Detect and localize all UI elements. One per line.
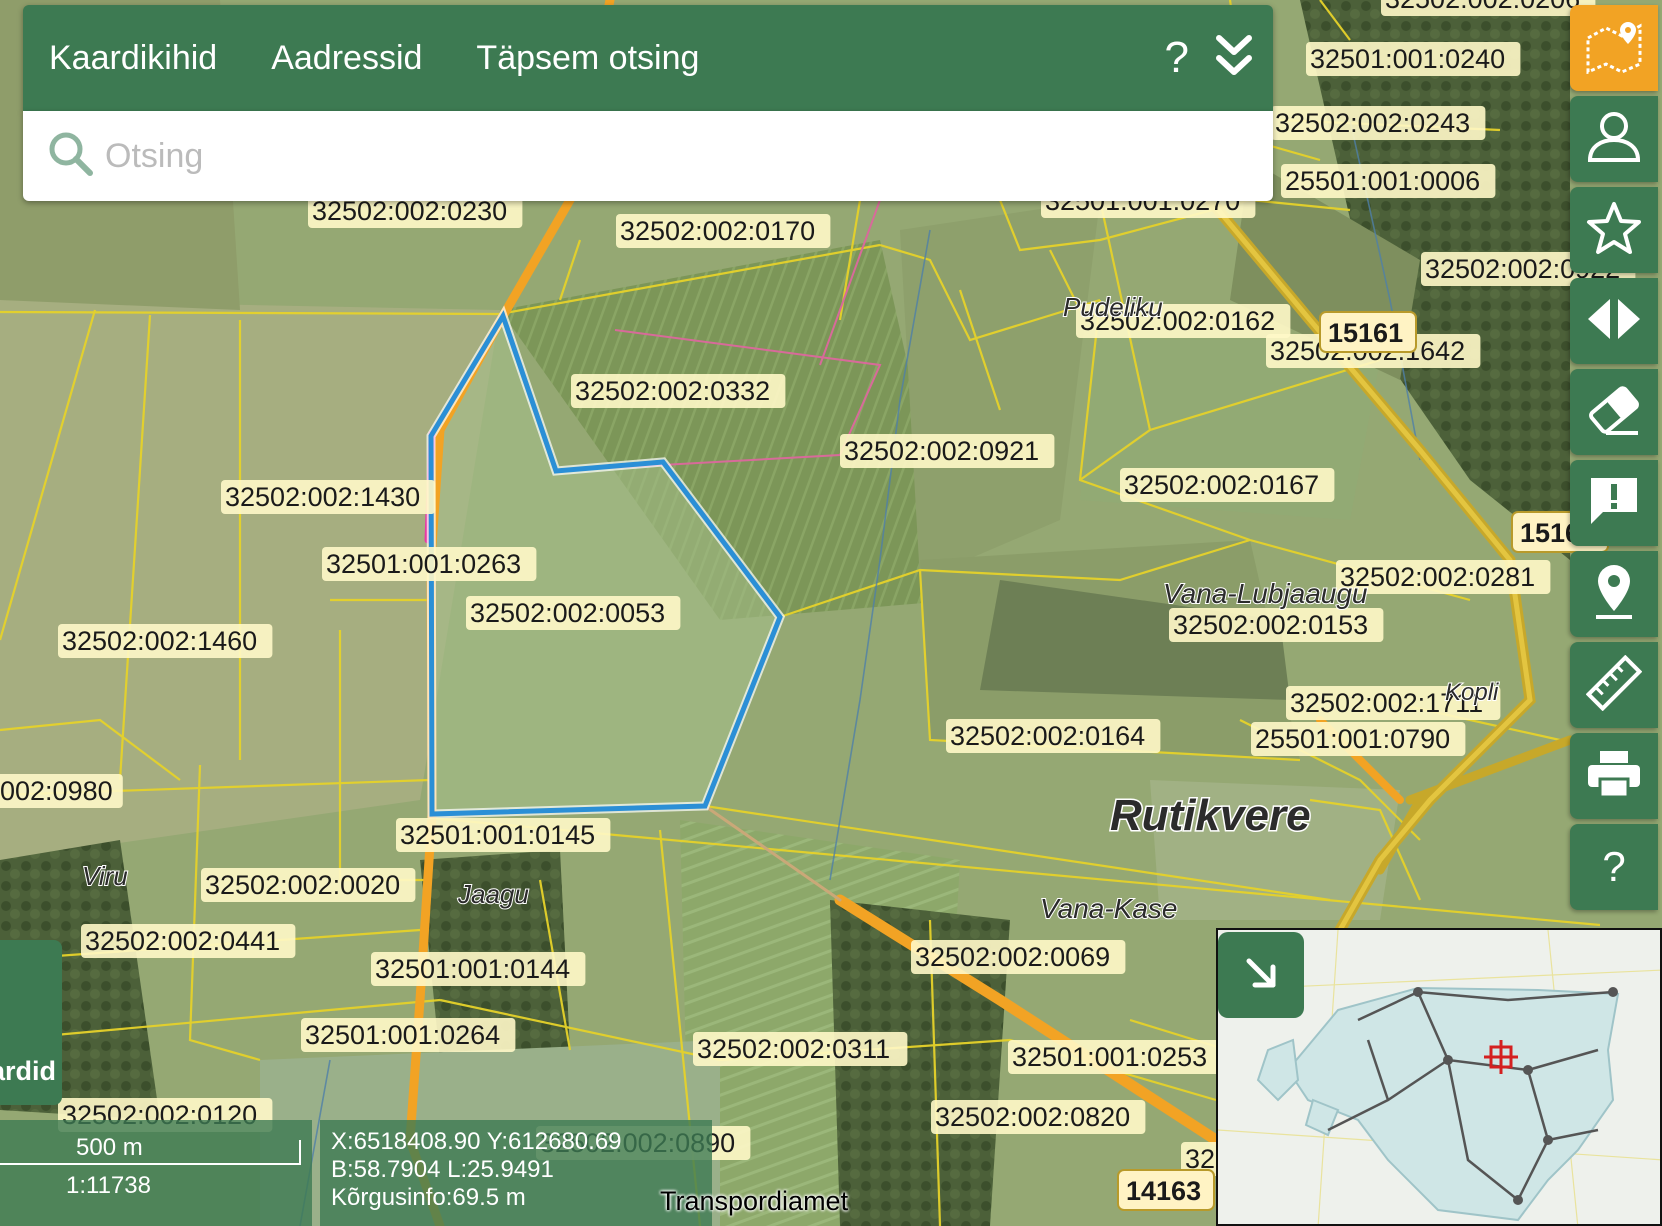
- place-name-label: Rutikvere: [1110, 791, 1311, 840]
- route-map-tool[interactable]: [1570, 5, 1658, 91]
- parcel-label[interactable]: 32502:002:0153: [1173, 610, 1368, 640]
- split-arrows-icon: [1586, 295, 1642, 348]
- star-icon: [1585, 200, 1643, 261]
- place-name-label: Viru: [82, 861, 128, 891]
- coordinates-bl: B:58.7904 L:25.9491: [331, 1156, 554, 1183]
- parcel-label[interactable]: 002:0980: [0, 776, 113, 806]
- scale-panel: [0, 1120, 312, 1226]
- exclamation-comment-icon: [1587, 474, 1641, 533]
- parcel-label[interactable]: 32502:002:0281: [1340, 562, 1535, 592]
- location-tool[interactable]: [1570, 551, 1658, 637]
- place-name-label: Vana-Lubjaaugu: [1163, 578, 1368, 609]
- parcel-label[interactable]: 32502:002:1460: [62, 626, 257, 656]
- ruler-icon: [1585, 654, 1643, 716]
- tab-advanced-search[interactable]: Täpsem otsing: [476, 39, 699, 78]
- user-tool[interactable]: [1570, 96, 1658, 182]
- parcel-label[interactable]: 32502:002:0164: [950, 721, 1145, 751]
- favorites-tool[interactable]: [1570, 187, 1658, 273]
- parcel-label[interactable]: 32501:001:0240: [1310, 44, 1505, 74]
- search-icon: [47, 130, 95, 183]
- parcel-label[interactable]: 32501:001:0144: [375, 954, 570, 984]
- scale-bar: [0, 1163, 300, 1165]
- road-number-label: 15161: [1328, 318, 1403, 348]
- parcel-label[interactable]: 32502:002:0069: [915, 942, 1110, 972]
- place-name-label: Jaagu: [457, 879, 529, 909]
- printer-icon: [1586, 749, 1642, 804]
- scale-bar-tick: [299, 1140, 301, 1165]
- parcel-label[interactable]: 32502:002:0243: [1275, 108, 1470, 138]
- road-number-label: 14163: [1126, 1176, 1201, 1206]
- parcel-label[interactable]: 32501:001:0253: [1012, 1042, 1207, 1072]
- parcel-label[interactable]: 32502:002:0020: [205, 870, 400, 900]
- search-input[interactable]: [103, 135, 1207, 177]
- parcel-label[interactable]: 32502:002:0170: [620, 216, 815, 246]
- place-name-label: Pudeliku: [1063, 292, 1163, 322]
- tab-map-layers[interactable]: Kaardikihid: [49, 39, 217, 78]
- parcel-label[interactable]: 32502:002:1430: [225, 482, 420, 512]
- parcel-label[interactable]: 25501:001:0790: [1255, 724, 1450, 754]
- parcel-label[interactable]: 25501:001:0006: [1285, 166, 1480, 196]
- parcel-label[interactable]: 32502:002:0441: [85, 926, 280, 956]
- parcel-label[interactable]: 32501:001:0264: [305, 1020, 500, 1050]
- eraser-icon: [1586, 383, 1642, 442]
- parcel-label[interactable]: 32502:002:0921: [844, 436, 1039, 466]
- route-map-icon: [1584, 18, 1644, 79]
- elevation-info: Kõrgusinfo:69.5 m: [331, 1184, 526, 1211]
- tab-addresses[interactable]: Aadressid: [271, 39, 422, 78]
- overview-expand-button[interactable]: [1218, 932, 1304, 1018]
- map-pin-icon: [1592, 563, 1636, 626]
- top-panel: Kaardikihid Aadressid Täpsem otsing ?: [23, 5, 1273, 111]
- search-bar: [23, 111, 1273, 201]
- measure-tool[interactable]: [1570, 642, 1658, 728]
- parcel-label[interactable]: 32501:001:0145: [400, 820, 595, 850]
- place-name-label: Vana-Kase: [1040, 893, 1178, 924]
- help-button[interactable]: ?: [1165, 33, 1189, 83]
- left-panel-label: ardid: [0, 1056, 56, 1086]
- map-attribution: Transpordiamet: [660, 1186, 849, 1216]
- scale-distance: 500 m: [76, 1134, 143, 1161]
- parcel-label[interactable]: 32501:001:0263: [326, 549, 521, 579]
- question-icon: ?: [1602, 843, 1626, 890]
- arrow-down-right-icon: [1241, 953, 1281, 998]
- top-panel-actions: ?: [1165, 33, 1253, 83]
- print-tool[interactable]: [1570, 733, 1658, 819]
- feedback-tool[interactable]: [1570, 460, 1658, 546]
- left-panel-tab[interactable]: ardid: [0, 940, 62, 1105]
- parcel-label[interactable]: 32502:002:0206: [1385, 0, 1580, 14]
- crosshair-icon: [1484, 1040, 1518, 1079]
- compare-tool[interactable]: [1570, 278, 1658, 364]
- eraser-tool[interactable]: [1570, 369, 1658, 455]
- parcel-label[interactable]: 32502:002:0167: [1124, 470, 1319, 500]
- parcel-label[interactable]: 32502:002:0332: [575, 376, 770, 406]
- parcel-label[interactable]: 32502:002:0053: [470, 598, 665, 628]
- coordinates-xy: X:6518408.90 Y:612680.69: [331, 1128, 622, 1155]
- double-chevron-down-icon[interactable]: [1215, 34, 1253, 83]
- parcel-label[interactable]: 32502:002:0820: [935, 1102, 1130, 1132]
- parcel-label[interactable]: 32502:002:0311: [697, 1034, 890, 1064]
- user-icon: [1584, 110, 1644, 169]
- scale-ratio: 1:11738: [66, 1172, 151, 1199]
- help-tool[interactable]: ?: [1570, 824, 1658, 910]
- place-name-label: Kopli: [1445, 679, 1499, 706]
